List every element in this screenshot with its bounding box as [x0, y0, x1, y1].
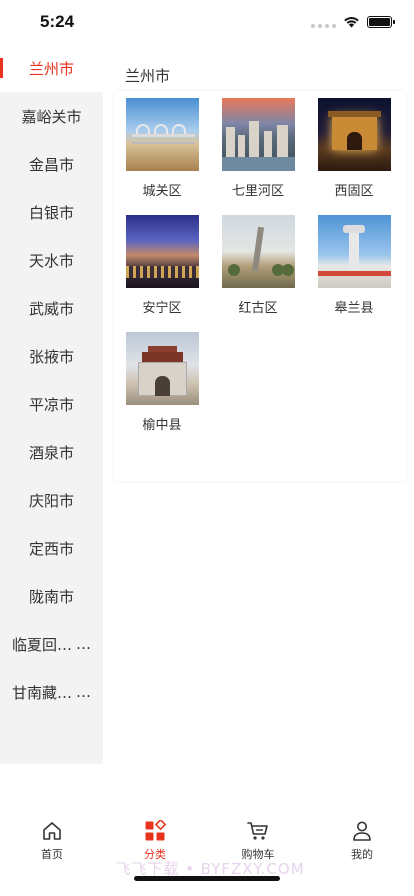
sidebar-item-gannan[interactable]: 甘南藏族自治州… — [0, 668, 103, 716]
sidebar-item-label: 张掖市 — [28, 347, 74, 366]
sidebar-item-zhangye[interactable]: 张掖市 — [0, 332, 103, 380]
sidebar-item-baiyin[interactable]: 白银市 — [0, 188, 103, 236]
district-label: 红古区 — [238, 301, 278, 316]
district-label: 安宁区 — [142, 301, 182, 316]
status-icons — [311, 15, 395, 28]
sidebar-item-label: 金昌市 — [28, 155, 74, 174]
sidebar-item-label: 陇南市 — [28, 587, 74, 606]
sidebar-item-label: 庆阳市 — [28, 491, 74, 510]
tab-cart[interactable]: 购物车 — [228, 820, 288, 862]
sidebar-item-label: 嘉峪关市 — [21, 107, 82, 126]
district-tile[interactable]: 皋兰县 — [306, 208, 402, 325]
sidebar-item-label: 定西市 — [28, 539, 74, 558]
sidebar-item-jiuquan[interactable]: 酒泉市 — [0, 428, 103, 476]
home-indicator[interactable] — [134, 876, 280, 881]
sidebar-item-linxia[interactable]: 临夏回族自治州… — [0, 620, 103, 668]
district-label: 皋兰县 — [334, 301, 374, 316]
category-icon — [145, 820, 166, 841]
sidebar-item-label: 兰州市 — [28, 59, 74, 78]
cart-icon — [247, 822, 268, 840]
sidebar-item-label: 甘南藏族自治州 — [12, 683, 76, 702]
sidebar-item-dingxi[interactable]: 定西市 — [0, 524, 103, 572]
sidebar-item-jiayuguan[interactable]: 嘉峪关市 — [0, 92, 103, 140]
home-icon — [43, 822, 61, 840]
sidebar-item-label: 酒泉市 — [28, 443, 74, 462]
district-image — [125, 215, 199, 288]
city-sidebar: 兰州市 嘉峪关市 金昌市 白银市 天水市 武威市 张掖市 平凉市 酒泉市 庆阳市… — [0, 44, 103, 764]
bottom-tab-bar: 首页 分类 购物车 我的 — [0, 806, 414, 896]
status-time: 5:24 — [40, 12, 75, 31]
tab-label: 我的 — [351, 848, 373, 861]
sidebar-item-label: 白银市 — [28, 203, 74, 222]
sidebar-item-jinchang[interactable]: 金昌市 — [0, 140, 103, 188]
tab-label: 首页 — [41, 848, 63, 861]
district-tile[interactable]: 榆中县 — [114, 325, 210, 442]
district-grid: 城关区 七里河区 西固区 安宁区 红古区 皋兰县 榆中县 — [114, 91, 406, 481]
sidebar-item-wuwei[interactable]: 武威市 — [0, 284, 103, 332]
sidebar-item-tianshui[interactable]: 天水市 — [0, 236, 103, 284]
sidebar-item-label: 临夏回族自治州 — [12, 635, 76, 654]
district-image — [317, 215, 391, 288]
sidebar-item-label: 武威市 — [28, 299, 74, 318]
district-image — [125, 332, 199, 405]
user-icon — [353, 821, 371, 841]
sidebar-item-label: 天水市 — [28, 251, 74, 270]
status-bar: 5:24 — [0, 0, 414, 44]
district-tile[interactable]: 城关区 — [114, 91, 210, 208]
sidebar-item-qingyang[interactable]: 庆阳市 — [0, 476, 103, 524]
wifi-icon — [344, 17, 359, 28]
battery-icon — [367, 15, 395, 28]
district-label: 西固区 — [334, 184, 374, 199]
district-label: 城关区 — [142, 184, 182, 199]
district-tile[interactable]: 七里河区 — [210, 91, 306, 208]
sidebar-item-pingliang[interactable]: 平凉市 — [0, 380, 103, 428]
tab-profile[interactable]: 我的 — [332, 820, 392, 862]
sidebar-item-lanzhou[interactable]: 兰州市 — [0, 44, 103, 92]
cellular-signal-icon — [311, 16, 336, 28]
district-tile[interactable]: 西固区 — [306, 91, 402, 208]
district-image — [317, 98, 391, 171]
sidebar-item-label: 平凉市 — [28, 395, 74, 414]
tab-home[interactable]: 首页 — [22, 820, 82, 862]
district-image — [125, 98, 199, 171]
district-label: 七里河区 — [231, 184, 284, 199]
district-image — [221, 98, 295, 171]
sidebar-item-longnan[interactable]: 陇南市 — [0, 572, 103, 620]
district-label: 榆中县 — [142, 418, 182, 433]
district-tile[interactable]: 安宁区 — [114, 208, 210, 325]
district-tile[interactable]: 红古区 — [210, 208, 306, 325]
district-image — [221, 215, 295, 288]
section-title: 兰州市 — [125, 67, 171, 85]
tab-category[interactable]: 分类 — [125, 820, 185, 862]
